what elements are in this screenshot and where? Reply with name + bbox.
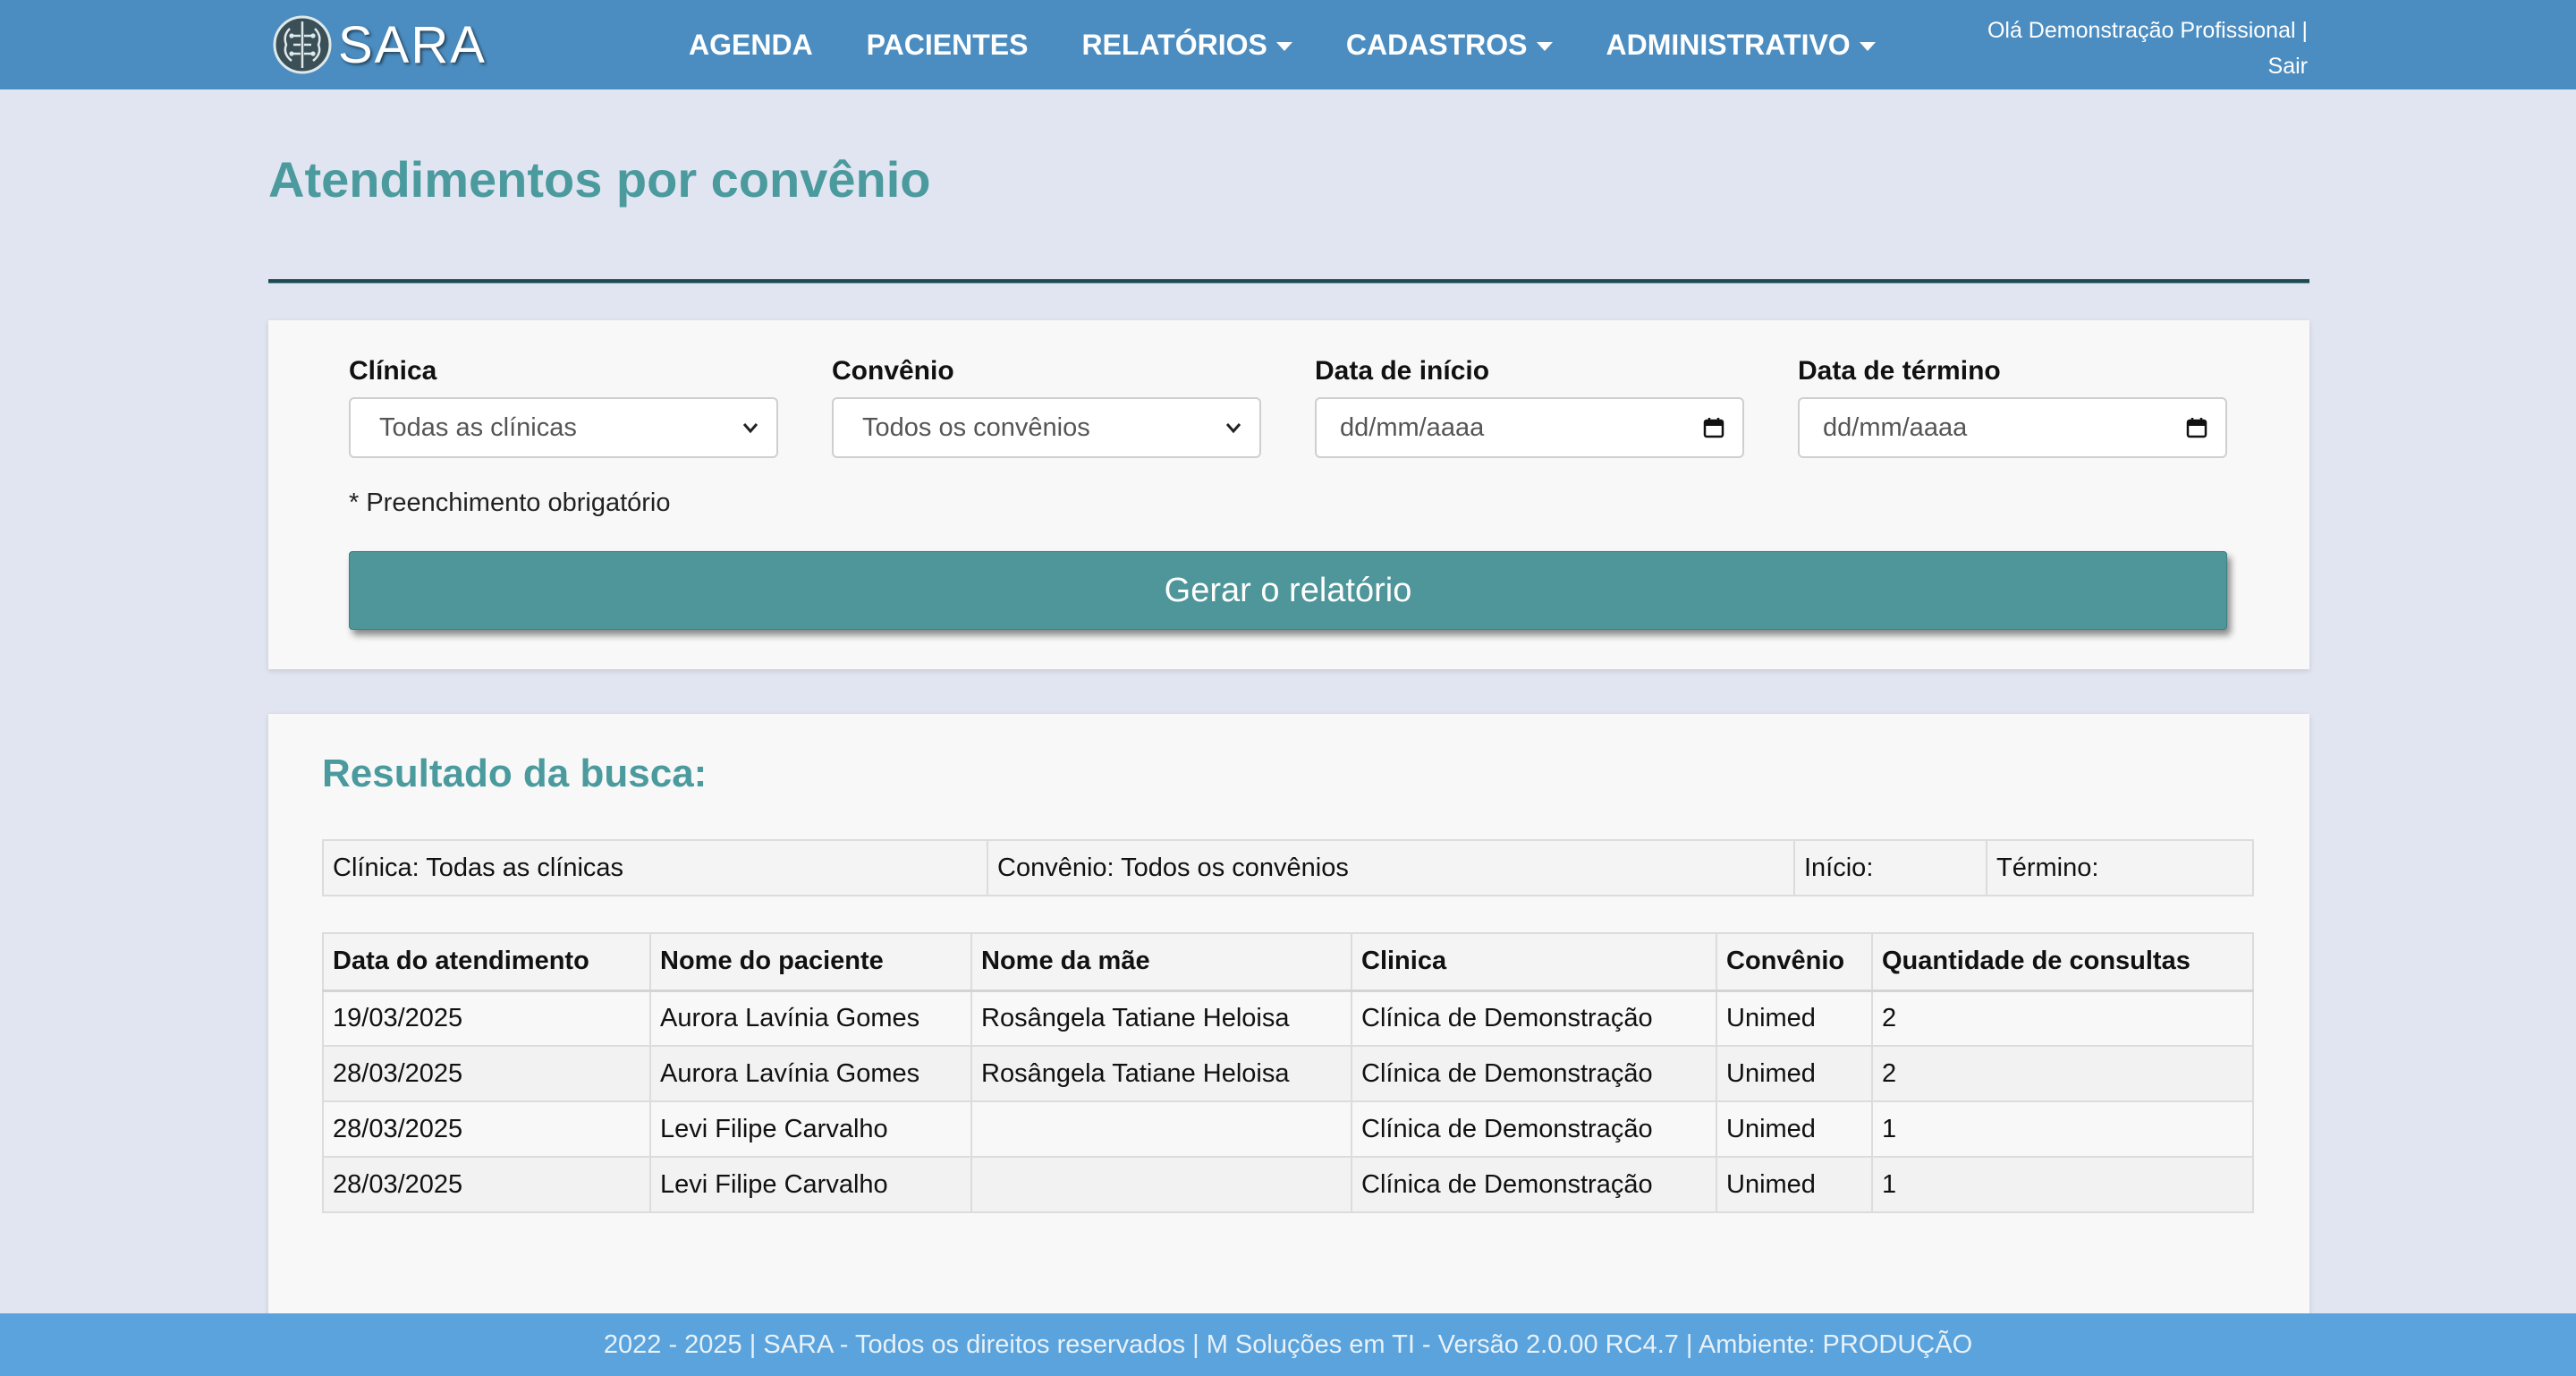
cell-quantidade: 1 — [1871, 1156, 2254, 1213]
data-inicio-input[interactable]: dd/mm/aaaa — [1315, 397, 1744, 458]
cell-convenio: Unimed — [1716, 1100, 1873, 1158]
cell-convenio: Unimed — [1716, 990, 1873, 1047]
nav-agenda-label: AGENDA — [689, 28, 813, 61]
calendar-icon[interactable] — [1701, 415, 1726, 440]
col-data-atendimento: Data do atendimento — [322, 932, 651, 992]
results-title: Resultado da busca: — [322, 752, 708, 795]
col-nome-mae: Nome da mãe — [970, 932, 1352, 992]
table-row: 28/03/2025 Levi Filipe Carvalho Clínica … — [322, 1156, 2254, 1213]
generate-report-button[interactable]: Gerar o relatório — [349, 551, 2227, 630]
filter-card: Clínica Todas as clínicas Convênio Todos… — [268, 320, 2309, 669]
cell-mae: Rosângela Tatiane Heloisa — [970, 990, 1352, 1047]
cell-paciente: Aurora Lavínia Gomes — [649, 990, 972, 1047]
top-navbar: SARA AGENDA PACIENTES RELATÓRIOS CADASTR… — [0, 0, 2576, 89]
cell-clinica: Clínica de Demonstração — [1351, 990, 1717, 1047]
sara-logo[interactable]: SARA — [270, 13, 487, 77]
calendar-icon[interactable] — [2184, 415, 2209, 440]
clinica-field: Clínica Todas as clínicas — [349, 356, 778, 458]
convenio-select-value: Todos os convênios — [862, 412, 1090, 442]
summary-convenio: Convênio: Todos os convênios — [987, 839, 1795, 896]
required-note: * Preenchimento obrigatório — [349, 488, 671, 517]
user-greeting: Olá Demonstração Profissional | — [1987, 18, 2308, 43]
page-footer: 2022 - 2025 | SARA - Todos os direitos r… — [0, 1313, 2576, 1376]
col-clinica: Clinica — [1351, 932, 1717, 992]
summary-clinica: Clínica: Todas as clínicas — [322, 839, 988, 896]
cell-mae — [970, 1100, 1352, 1158]
clinica-select-value: Todas as clínicas — [379, 412, 577, 442]
clinica-label: Clínica — [349, 356, 437, 386]
table-row: 19/03/2025 Aurora Lavínia Gomes Rosângel… — [322, 990, 2254, 1047]
summary-row: Clínica: Todas as clínicas Convênio: Tod… — [322, 839, 2254, 896]
chevron-down-icon — [1225, 423, 1241, 434]
results-header-row: Data do atendimento Nome do paciente Nom… — [322, 932, 2254, 992]
nav-cadastros[interactable]: CADASTROS — [1346, 29, 1553, 62]
col-quantidade-consultas: Quantidade de consultas — [1871, 932, 2254, 992]
data-inicio-placeholder: dd/mm/aaaa — [1340, 412, 1485, 442]
nav-pacientes[interactable]: PACIENTES — [867, 29, 1029, 62]
logo-text: SARA — [338, 15, 487, 74]
footer-text: 2022 - 2025 | SARA - Todos os direitos r… — [603, 1329, 1973, 1359]
nav-pacientes-label: PACIENTES — [866, 28, 1029, 61]
data-inicio-field: Data de início dd/mm/aaaa — [1315, 356, 1744, 458]
cell-data: 28/03/2025 — [322, 1156, 651, 1213]
search-summary-table: Clínica: Todas as clínicas Convênio: Tod… — [322, 839, 2254, 896]
main-nav: AGENDA PACIENTES RELATÓRIOS CADASTROS AD… — [689, 0, 1876, 89]
cell-quantidade: 2 — [1871, 1045, 2254, 1102]
cell-clinica: Clínica de Demonstração — [1351, 1045, 1717, 1102]
summary-termino: Término: — [1986, 839, 2254, 896]
title-divider — [268, 279, 2309, 284]
results-card: Resultado da busca: Clínica: Todas as cl… — [268, 714, 2309, 1376]
table-row: 28/03/2025 Levi Filipe Carvalho Clínica … — [322, 1100, 2254, 1158]
col-nome-paciente: Nome do paciente — [649, 932, 972, 992]
convenio-label: Convênio — [832, 356, 954, 386]
chevron-down-icon — [742, 423, 758, 434]
cell-data: 19/03/2025 — [322, 990, 651, 1047]
table-row: 28/03/2025 Aurora Lavínia Gomes Rosângel… — [322, 1045, 2254, 1102]
col-convenio: Convênio — [1716, 932, 1873, 992]
data-termino-input[interactable]: dd/mm/aaaa — [1798, 397, 2227, 458]
caret-down-icon — [1859, 42, 1876, 51]
cell-clinica: Clínica de Demonstração — [1351, 1156, 1717, 1213]
cell-paciente: Levi Filipe Carvalho — [649, 1156, 972, 1213]
data-inicio-label: Data de início — [1315, 356, 1490, 386]
nav-agenda[interactable]: AGENDA — [689, 29, 813, 62]
cell-paciente: Levi Filipe Carvalho — [649, 1100, 972, 1158]
cell-convenio: Unimed — [1716, 1156, 1873, 1213]
cell-mae — [970, 1156, 1352, 1213]
cell-clinica: Clínica de Demonstração — [1351, 1100, 1717, 1158]
page-title: Atendimentos por convênio — [268, 151, 931, 208]
nav-relatorios-label: RELATÓRIOS — [1081, 28, 1267, 61]
user-box: Olá Demonstração Profissional | Sair — [1987, 13, 2308, 84]
cell-quantidade: 2 — [1871, 990, 2254, 1047]
brain-circuit-icon — [273, 15, 332, 74]
nav-administrativo[interactable]: ADMINISTRATIVO — [1606, 29, 1876, 62]
cell-data: 28/03/2025 — [322, 1045, 651, 1102]
convenio-select[interactable]: Todos os convênios — [832, 397, 1261, 458]
caret-down-icon — [1536, 42, 1553, 51]
data-termino-label: Data de término — [1798, 356, 2001, 386]
cell-data: 28/03/2025 — [322, 1100, 651, 1158]
nav-administrativo-label: ADMINISTRATIVO — [1606, 28, 1851, 61]
nav-cadastros-label: CADASTROS — [1345, 28, 1528, 61]
data-termino-placeholder: dd/mm/aaaa — [1823, 412, 1968, 442]
clinica-select[interactable]: Todas as clínicas — [349, 397, 778, 458]
cell-convenio: Unimed — [1716, 1045, 1873, 1102]
caret-down-icon — [1275, 42, 1292, 51]
convenio-field: Convênio Todos os convênios — [832, 356, 1261, 458]
cell-mae: Rosângela Tatiane Heloisa — [970, 1045, 1352, 1102]
nav-relatorios[interactable]: RELATÓRIOS — [1081, 29, 1292, 62]
cell-quantidade: 1 — [1871, 1100, 2254, 1158]
summary-inicio: Início: — [1793, 839, 1987, 896]
results-table: Data do atendimento Nome do paciente Nom… — [322, 932, 2254, 1213]
logout-link[interactable]: Sair — [1987, 48, 2308, 84]
data-termino-field: Data de término dd/mm/aaaa — [1798, 356, 2227, 458]
cell-paciente: Aurora Lavínia Gomes — [649, 1045, 972, 1102]
